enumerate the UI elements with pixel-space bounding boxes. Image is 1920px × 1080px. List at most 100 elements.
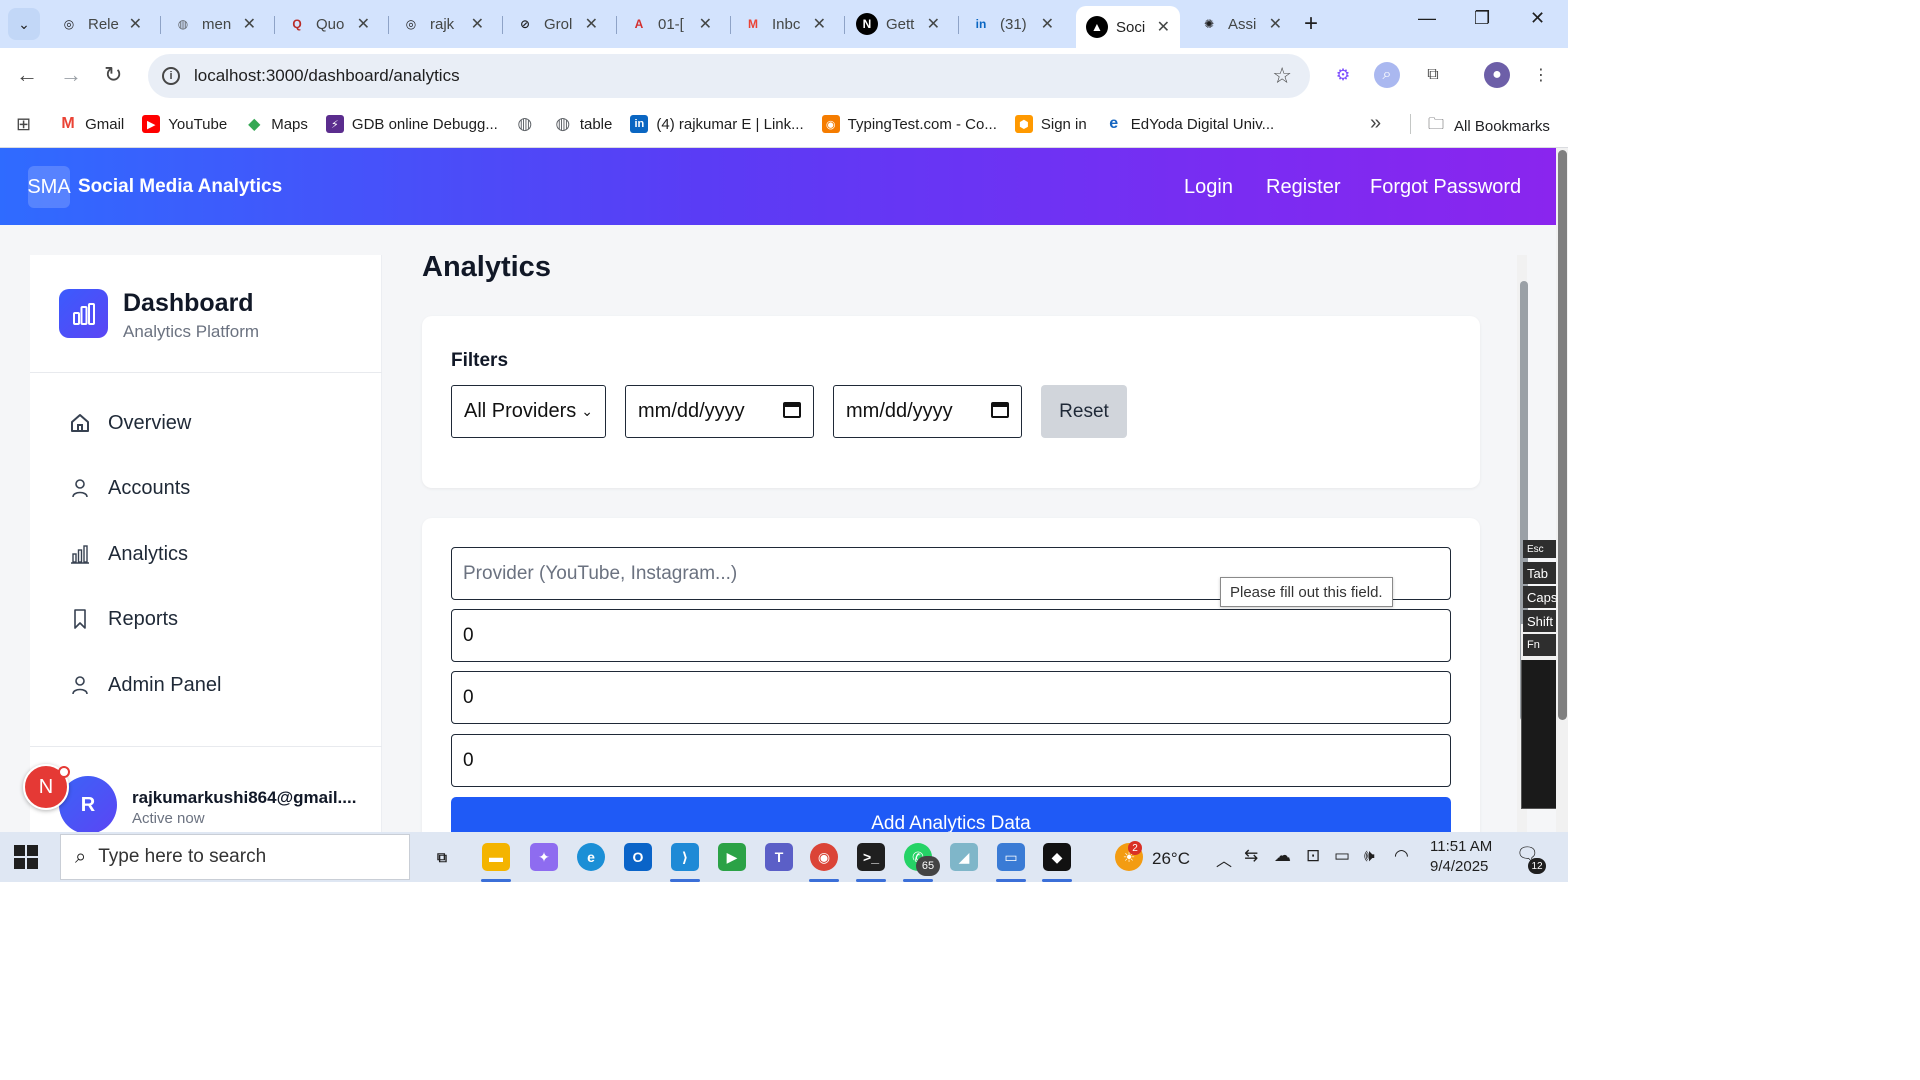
apps-grid-icon[interactable]: ⊞ <box>16 114 31 135</box>
battery-icon[interactable]: ▭ <box>1334 846 1350 866</box>
close-tab-icon[interactable]: ✕ <box>585 14 598 34</box>
osk-key-esc[interactable]: Esc <box>1523 540 1556 558</box>
bookmark-item[interactable]: ◍ <box>516 114 542 133</box>
close-tab-icon[interactable]: ✕ <box>129 14 142 34</box>
bookmark-item[interactable]: M Gmail <box>59 115 124 133</box>
reload-icon[interactable]: ↻ <box>104 62 122 88</box>
all-bookmarks-button[interactable]: 🗀 All Bookmarks <box>1428 113 1550 140</box>
bookmark-star-icon[interactable]: ☆ <box>1272 63 1292 89</box>
sidebar-item-analytics[interactable]: Analytics <box>68 542 188 566</box>
new-tab-icon[interactable]: + <box>1304 10 1318 38</box>
temperature[interactable]: 26°C <box>1152 849 1190 869</box>
vscode-icon[interactable]: ⟩ <box>671 843 699 871</box>
wifi-icon[interactable]: ◠ <box>1394 846 1409 866</box>
url-text[interactable]: localhost:3000/dashboard/analytics <box>194 66 460 86</box>
close-tab-icon[interactable]: ✕ <box>1269 14 1282 34</box>
browser-tab[interactable]: A 01-[✕ <box>618 6 722 42</box>
browser-tab[interactable]: in (31) ✕ <box>960 6 1064 42</box>
login-link[interactable]: Login <box>1184 176 1233 199</box>
browser-tab[interactable]: Q Quo ✕ <box>276 6 380 42</box>
meet-icon[interactable]: ▶ <box>718 843 746 871</box>
close-tab-icon[interactable]: ✕ <box>699 14 712 34</box>
browser-tab[interactable]: ◎ Rele ✕ <box>48 6 152 42</box>
back-icon[interactable]: ← <box>16 62 38 88</box>
windows-start-icon[interactable] <box>14 845 38 869</box>
browser-tab[interactable]: ◍ men ✕ <box>162 6 266 42</box>
osk-key-caps[interactable]: Caps <box>1523 586 1556 608</box>
bookmark-item[interactable]: ⬢ Sign in <box>1014 115 1087 133</box>
cube-app-icon[interactable]: ◆ <box>1043 843 1071 871</box>
close-tab-icon[interactable]: ✕ <box>357 14 370 34</box>
bookmark-item[interactable]: ⚡ GDB online Debugg... <box>325 115 498 133</box>
metric-input-2[interactable]: 0 <box>451 671 1451 724</box>
file-explorer-icon[interactable]: ▬ <box>482 843 510 871</box>
address-bar[interactable]: i localhost:3000/dashboard/analytics ☆ <box>148 54 1310 98</box>
extension-search-icon[interactable]: ⌕ <box>1374 62 1400 88</box>
bookmark-item[interactable]: in (4) rajkumar E | Link... <box>630 115 804 133</box>
bookmark-item[interactable]: ◍ table <box>554 114 612 133</box>
register-link[interactable]: Register <box>1266 176 1340 199</box>
extensions-puzzle-icon[interactable]: ⧉ <box>1420 62 1446 88</box>
show-hidden-icons[interactable]: ︿ <box>1216 847 1232 871</box>
taskbar-search[interactable]: ⌕ Type here to search <box>60 834 410 880</box>
close-window-icon[interactable]: ✕ <box>1530 8 1545 29</box>
brand-logo[interactable]: SMA <box>27 166 71 208</box>
sidebar-item-accounts[interactable]: Accounts <box>68 476 190 500</box>
bookmark-item[interactable]: e EdYoda Digital Univ... <box>1105 115 1274 133</box>
browser-tab[interactable]: M Inbc ✕ <box>732 6 836 42</box>
extension-gear-icon[interactable]: ⚙ <box>1330 62 1356 88</box>
metric-input-3[interactable]: 0 <box>451 734 1451 787</box>
reset-button[interactable]: Reset <box>1041 385 1127 438</box>
close-tab-icon[interactable]: ✕ <box>243 14 256 34</box>
network-share-icon[interactable]: ⇆ <box>1244 846 1258 866</box>
brand-title[interactable]: Social Media Analytics <box>78 176 282 198</box>
copilot-icon[interactable]: ✦ <box>530 843 558 871</box>
teams-icon[interactable]: T <box>765 843 793 871</box>
forward-icon[interactable]: → <box>60 62 82 88</box>
bookmark-item[interactable]: ◉ TypingTest.com - Co... <box>821 115 997 133</box>
more-bookmarks-icon[interactable]: » <box>1370 112 1381 135</box>
chrome-icon[interactable]: ◉ <box>810 843 838 871</box>
end-date-input[interactable]: mm/dd/yyyy <box>833 385 1022 438</box>
add-analytics-data-button[interactable]: Add Analytics Data <box>451 797 1451 832</box>
close-tab-icon[interactable]: ✕ <box>813 14 826 34</box>
close-tab-icon[interactable]: ✕ <box>1041 14 1054 34</box>
site-info-icon[interactable]: i <box>162 67 180 85</box>
osk-key-shift[interactable]: Shift <box>1523 610 1556 632</box>
app-icon[interactable]: ◢ <box>950 843 978 871</box>
meet-now-icon[interactable]: ⊡ <box>1306 846 1320 866</box>
outlook-icon[interactable]: O <box>624 843 652 871</box>
restore-icon[interactable]: ❐ <box>1474 8 1490 29</box>
page-scrollbar-thumb[interactable] <box>1558 150 1567 720</box>
minimize-icon[interactable]: — <box>1418 8 1436 29</box>
chrome-menu-icon[interactable]: ⋮ <box>1528 62 1554 88</box>
bookmark-item[interactable]: ▶ YouTube <box>142 115 227 133</box>
provider-select[interactable]: All Providers ⌄ <box>451 385 606 438</box>
close-tab-icon[interactable]: ✕ <box>927 14 940 34</box>
browser-tab[interactable]: ▲ Soci ✕ <box>1076 6 1180 48</box>
osk-key-fn[interactable]: Fn <box>1523 634 1556 656</box>
sidebar-item-overview[interactable]: Overview <box>68 411 191 435</box>
browser-tab[interactable]: ◎ rajk ✕ <box>390 6 494 42</box>
close-tab-icon[interactable]: ✕ <box>471 14 484 34</box>
edge-icon[interactable]: e <box>577 843 605 871</box>
sidebar-item-admin-panel[interactable]: Admin Panel <box>68 673 221 697</box>
browser-tab[interactable]: ⊘ Grol ✕ <box>504 6 608 42</box>
start-date-input[interactable]: mm/dd/yyyy <box>625 385 814 438</box>
browser-tab[interactable]: ✺ Assi ✕ <box>1188 6 1292 42</box>
volume-icon[interactable]: 🕪 <box>1364 846 1375 866</box>
close-tab-icon[interactable]: ✕ <box>1157 17 1170 37</box>
tab-search-icon[interactable]: ⌄ <box>8 8 40 40</box>
terminal-icon[interactable]: >_ <box>857 843 885 871</box>
profile-avatar[interactable]: ● <box>1484 62 1510 88</box>
clock-time[interactable]: 11:51 AM <box>1430 838 1492 855</box>
onedrive-icon[interactable]: ☁ <box>1274 846 1291 866</box>
sidebar-item-reports[interactable]: Reports <box>68 607 178 631</box>
osk-key-tab[interactable]: Tab <box>1523 562 1556 584</box>
browser-tab[interactable]: N Gett ✕ <box>846 6 950 42</box>
task-view-icon[interactable]: ⧉ <box>428 843 456 871</box>
forgot-password-link[interactable]: Forgot Password <box>1370 176 1521 199</box>
bookmark-item[interactable]: ◆ Maps <box>245 115 308 134</box>
remote-desktop-icon[interactable]: ▭ <box>997 843 1025 871</box>
metric-input-1[interactable]: 0 <box>451 609 1451 662</box>
